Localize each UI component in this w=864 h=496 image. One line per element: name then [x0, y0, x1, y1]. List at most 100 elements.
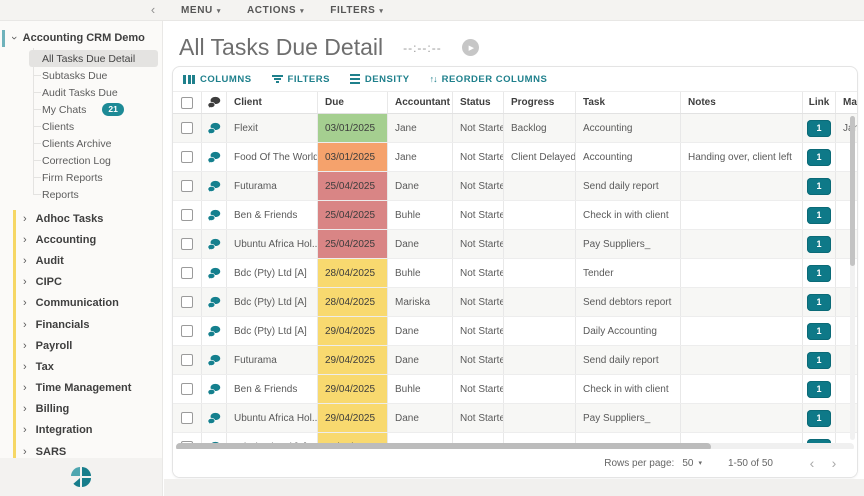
chat-icon[interactable] — [207, 151, 221, 164]
previous-page-button[interactable]: ‹ — [801, 455, 823, 471]
reorder-columns-button[interactable]: ↑↓ REORDER COLUMNS — [430, 74, 548, 85]
filters-dropdown[interactable]: FILTERS▾ — [330, 5, 383, 16]
sidebar-group[interactable]: › Financials — [0, 314, 162, 335]
column-header-progress[interactable]: Progress — [504, 92, 576, 113]
row-checkbox[interactable] — [181, 383, 193, 395]
table-row[interactable]: Food Of The World 03/01/2025 Jane Not St… — [173, 143, 857, 172]
sidebar-group[interactable]: › Adhoc Tasks — [0, 208, 162, 229]
accountant-cell: Jane — [388, 143, 453, 171]
app-logo-icon — [70, 466, 92, 488]
notes-cell — [681, 404, 803, 432]
link-button[interactable]: 1 — [807, 120, 830, 137]
sidebar-item[interactable]: Correction Log — [29, 152, 158, 169]
row-checkbox[interactable] — [181, 354, 193, 366]
chat-icon[interactable] — [207, 209, 221, 222]
link-button[interactable]: 1 — [807, 265, 830, 282]
sidebar-group[interactable]: › Audit — [0, 250, 162, 271]
table-row[interactable]: Bdc (Pty) Ltd [A] 29/04/2025 Jane Not St… — [173, 433, 857, 443]
row-checkbox[interactable] — [181, 412, 193, 424]
sidebar-group[interactable]: › CIPC — [0, 272, 162, 293]
link-button[interactable]: 1 — [807, 323, 830, 340]
chevron-right-icon: › — [23, 255, 27, 267]
column-header-link[interactable]: Link — [803, 92, 836, 113]
actions-dropdown[interactable]: ACTIONS▾ — [247, 5, 304, 16]
row-checkbox[interactable] — [181, 209, 193, 221]
table-row[interactable]: Futurama 25/04/2025 Dane Not Started Sen… — [173, 172, 857, 201]
sidebar-item[interactable]: Firm Reports — [29, 169, 158, 186]
row-checkbox[interactable] — [181, 238, 193, 250]
sidebar-item[interactable]: Subtasks Due — [29, 67, 158, 84]
chat-icon[interactable] — [207, 383, 221, 396]
vertical-scrollbar-thumb[interactable] — [850, 116, 855, 266]
chat-icon[interactable] — [207, 267, 221, 280]
column-header-client[interactable]: Client — [227, 92, 318, 113]
sidebar-group[interactable]: › Payroll — [0, 335, 162, 356]
row-checkbox[interactable] — [181, 151, 193, 163]
link-button[interactable]: 1 — [807, 178, 830, 195]
link-button[interactable]: 1 — [807, 381, 830, 398]
notes-cell — [681, 288, 803, 316]
row-checkbox[interactable] — [181, 180, 193, 192]
status-cell: Not Started — [453, 259, 504, 287]
table-row[interactable]: Flexit 03/01/2025 Jane Not Started Backl… — [173, 114, 857, 143]
chat-icon[interactable] — [207, 238, 221, 251]
sidebar-collapse-icon[interactable]: ‹ — [144, 0, 162, 21]
row-checkbox[interactable] — [181, 267, 193, 279]
link-button[interactable]: 1 — [807, 207, 830, 224]
sidebar-item[interactable]: Clients Archive — [29, 135, 158, 152]
table-row[interactable]: Ubuntu Africa Hol... 25/04/2025 Dane Not… — [173, 230, 857, 259]
table-row[interactable]: Bdc (Pty) Ltd [A] 29/04/2025 Dane Not St… — [173, 317, 857, 346]
table-row[interactable]: Futurama 29/04/2025 Dane Not Started Sen… — [173, 346, 857, 375]
link-button[interactable]: 1 — [807, 149, 830, 166]
filters-button[interactable]: FILTERS — [272, 74, 330, 85]
link-button[interactable]: 1 — [807, 352, 830, 369]
play-timer-button[interactable]: ▶ — [462, 39, 479, 56]
due-date-cell: 28/04/2025 — [318, 288, 388, 316]
sidebar-group[interactable]: › Integration — [0, 420, 162, 441]
link-button[interactable]: 1 — [807, 294, 830, 311]
density-button[interactable]: DENSITY — [350, 74, 410, 85]
table-row[interactable]: Ubuntu Africa Hol... 29/04/2025 Dane Not… — [173, 404, 857, 433]
status-cell: Not Started — [453, 433, 504, 443]
sidebar-root-accounting-crm-demo[interactable]: › Accounting CRM Demo — [0, 25, 162, 50]
columns-button[interactable]: COLUMNS — [183, 74, 252, 85]
sidebar-group[interactable]: › Time Management — [0, 378, 162, 399]
sidebar-group[interactable]: › Tax — [0, 356, 162, 377]
sidebar-group[interactable]: › Billing — [0, 399, 162, 420]
column-header-task[interactable]: Task — [576, 92, 681, 113]
column-header-due[interactable]: Due — [318, 92, 388, 113]
table-row[interactable]: Bdc (Pty) Ltd [A] 28/04/2025 Mariska Not… — [173, 288, 857, 317]
sidebar-group[interactable]: › Communication — [0, 293, 162, 314]
row-checkbox[interactable] — [181, 296, 193, 308]
column-header-manager[interactable]: Manager — [836, 92, 858, 113]
column-header-status[interactable]: Status — [453, 92, 504, 113]
chat-icon[interactable] — [207, 325, 221, 338]
vertical-scrollbar[interactable] — [850, 116, 855, 440]
chat-icon[interactable] — [207, 296, 221, 309]
row-checkbox[interactable] — [181, 325, 193, 337]
link-button[interactable]: 1 — [807, 236, 830, 253]
column-header-notes[interactable]: Notes — [681, 92, 803, 113]
row-checkbox[interactable] — [181, 122, 193, 134]
sidebar-item[interactable]: Clients — [29, 118, 158, 135]
next-page-button[interactable]: › — [823, 455, 845, 471]
sidebar-group[interactable]: › Accounting — [0, 229, 162, 250]
sidebar-item[interactable]: Reports — [29, 186, 158, 203]
notes-cell — [681, 114, 803, 142]
chat-icon[interactable] — [207, 412, 221, 425]
sidebar-item[interactable]: Audit Tasks Due — [29, 84, 158, 101]
sidebar-item[interactable]: My Chats 21 — [29, 101, 158, 118]
sidebar-item[interactable]: All Tasks Due Detail — [29, 50, 158, 67]
sidebar-group[interactable]: › SARS — [0, 441, 162, 458]
table-row[interactable]: Bdc (Pty) Ltd [A] 28/04/2025 Buhle Not S… — [173, 259, 857, 288]
chat-icon[interactable] — [207, 354, 221, 367]
table-row[interactable]: Ben & Friends 25/04/2025 Buhle Not Start… — [173, 201, 857, 230]
column-header-accountant[interactable]: Accountant — [388, 92, 453, 113]
link-button[interactable]: 1 — [807, 410, 830, 427]
table-row[interactable]: Ben & Friends 29/04/2025 Buhle Not Start… — [173, 375, 857, 404]
rows-per-page-select[interactable]: 50 ▾ — [682, 458, 702, 469]
menu-dropdown[interactable]: MENU▾ — [181, 5, 221, 16]
chat-icon[interactable] — [207, 122, 221, 135]
chat-icon[interactable] — [207, 180, 221, 193]
select-all-checkbox[interactable] — [181, 97, 193, 109]
